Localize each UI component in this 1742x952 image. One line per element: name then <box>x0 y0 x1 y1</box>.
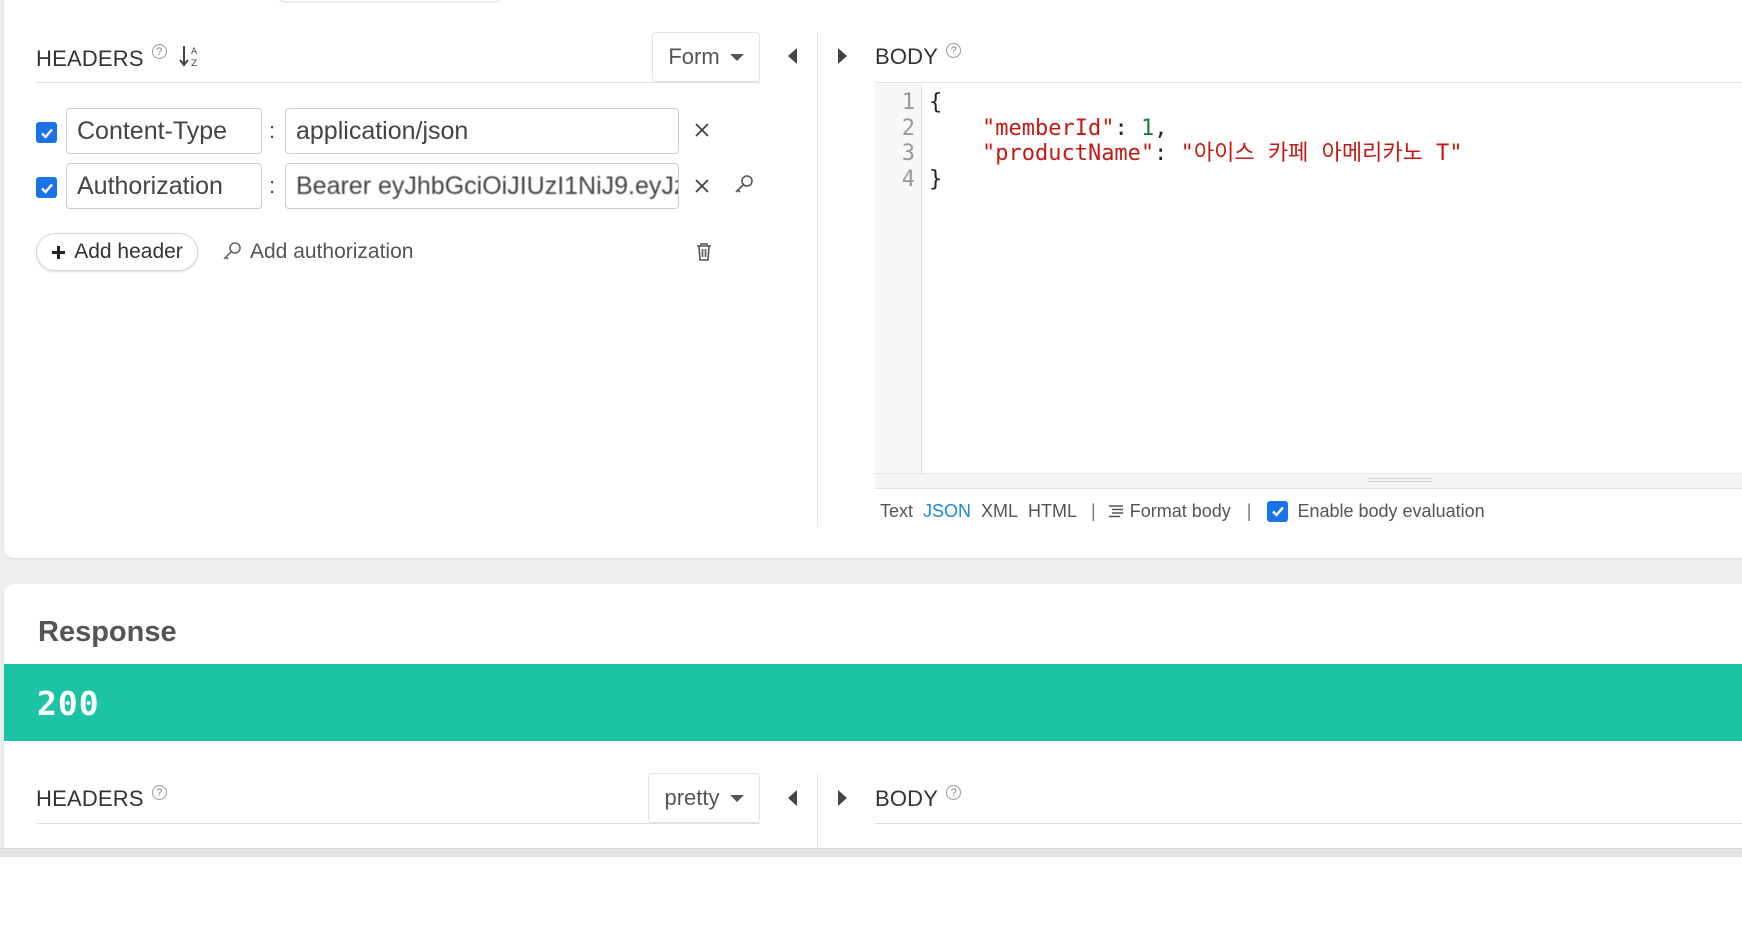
format-body-button[interactable]: Format body <box>1108 501 1231 522</box>
status-bar: 200 <box>4 664 1742 741</box>
mode-html[interactable]: HTML <box>1028 501 1077 522</box>
header-enabled-checkbox[interactable] <box>36 177 57 198</box>
header-value-text: application/json <box>296 116 469 145</box>
add-authorization-label: Add authorization <box>250 240 414 263</box>
header-name-input[interactable]: Authorization <box>66 163 262 209</box>
mode-xml[interactable]: XML <box>981 501 1018 522</box>
separator: | <box>1091 500 1096 521</box>
header-separator: : <box>269 118 276 143</box>
code-token: } <box>929 166 943 192</box>
request-body-header: BODY ? <box>875 42 962 70</box>
response-mode-label: pretty <box>664 785 720 810</box>
code-line: "productName": "아이스 카페 아메리카노 T" <box>929 141 1463 167</box>
request-headers-title: HEADERS <box>36 45 144 71</box>
response-headers-divider <box>36 823 760 824</box>
chevron-down-icon <box>729 794 744 802</box>
help-icon[interactable]: ? <box>151 44 167 59</box>
line-number: 2 <box>901 115 915 141</box>
enable-eval-checkbox[interactable] <box>1267 500 1289 522</box>
code-key: "memberId" <box>981 115 1115 141</box>
response-headers-mode-select[interactable]: pretty <box>648 773 760 823</box>
body-mode-bar: Text JSON XML HTML | Format body | Enabl… <box>880 500 1485 522</box>
header-name-text: Content-Type <box>77 116 228 145</box>
response-body-title: BODY <box>875 786 939 811</box>
headers-mode-label: Form <box>668 44 720 69</box>
code-value: 1 <box>1140 115 1155 141</box>
header-name-input[interactable]: Content-Type <box>66 108 262 154</box>
add-authorization-button[interactable]: Add authorization <box>222 240 413 264</box>
remove-header-icon[interactable] <box>694 178 710 199</box>
header-value-input[interactable]: application/json <box>285 108 679 154</box>
code-token: , <box>1154 115 1168 141</box>
help-icon[interactable]: ? <box>946 784 962 800</box>
panel-splitter[interactable] <box>817 32 818 527</box>
help-icon[interactable]: ? <box>946 42 962 58</box>
format-body-label: Format body <box>1129 500 1231 521</box>
line-number: 4 <box>901 166 915 192</box>
help-icon[interactable]: ? <box>151 784 167 800</box>
page-bottom <box>0 857 1742 952</box>
code-token: { <box>929 90 943 115</box>
expand-right-icon[interactable] <box>838 790 847 806</box>
response-headers-title: HEADERS <box>36 786 144 811</box>
chevron-down-icon <box>729 53 744 61</box>
code-line: { <box>929 90 942 116</box>
response-body-divider <box>875 823 1742 824</box>
add-header-button[interactable]: Add header <box>36 233 198 271</box>
expand-right-icon[interactable] <box>838 48 847 64</box>
remove-header-icon[interactable] <box>694 122 710 143</box>
mode-text[interactable]: Text <box>880 501 913 522</box>
status-code: 200 <box>37 684 100 723</box>
response-panel-splitter[interactable] <box>817 773 818 853</box>
add-header-label: Add header <box>74 240 183 263</box>
response-title: Response <box>38 616 177 648</box>
header-value-input[interactable]: Bearer eyJhbGciOiJIUzI1NiJ9.eyJzdWI <box>285 163 679 209</box>
format-lines-icon <box>1108 505 1123 518</box>
response-body-header: BODY ? <box>875 784 962 812</box>
code-key: "productName" <box>981 141 1155 166</box>
sort-alpha-icon[interactable]: A Z <box>178 44 201 73</box>
key-icon[interactable] <box>734 174 754 201</box>
headers-mode-select[interactable]: Form <box>652 32 760 82</box>
header-separator: : <box>269 173 276 198</box>
collapse-left-icon[interactable] <box>788 48 797 64</box>
separator: | <box>1246 500 1252 521</box>
code-token: : <box>1154 141 1181 166</box>
line-number: 1 <box>901 90 915 115</box>
line-number: 3 <box>901 141 915 166</box>
trash-icon[interactable] <box>695 242 713 267</box>
response-headers-header: HEADERS ? <box>36 784 167 812</box>
header-name-text: Authorization <box>77 171 223 200</box>
mode-json[interactable]: JSON <box>923 501 971 522</box>
header-value-text: Bearer eyJhbGciOiJIUzI1NiJ9.eyJzdWI <box>296 171 678 200</box>
enable-eval-label: Enable body evaluation <box>1297 500 1485 521</box>
plus-icon <box>52 245 66 259</box>
code-line: } <box>929 167 942 193</box>
code-value: "아이스 카페 아메리카노 T" <box>1180 141 1463 166</box>
code-line: "memberId": 1, <box>929 116 1167 142</box>
request-headers-header: HEADERS ? A Z <box>36 44 201 73</box>
svg-text:Z: Z <box>191 59 197 68</box>
body-editor[interactable]: 1 2 3 4 { "memberId": 1, "productName": … <box>875 82 1742 489</box>
code-token: : <box>1114 115 1141 141</box>
headers-divider <box>36 82 760 83</box>
svg-text:A: A <box>191 47 198 57</box>
collapse-left-icon[interactable] <box>788 790 797 806</box>
header-enabled-checkbox[interactable] <box>36 122 57 143</box>
key-icon <box>223 242 241 260</box>
editor-resize-handle[interactable] <box>875 473 1742 488</box>
top-tab-edge <box>278 0 502 1</box>
request-body-title: BODY <box>875 44 939 69</box>
